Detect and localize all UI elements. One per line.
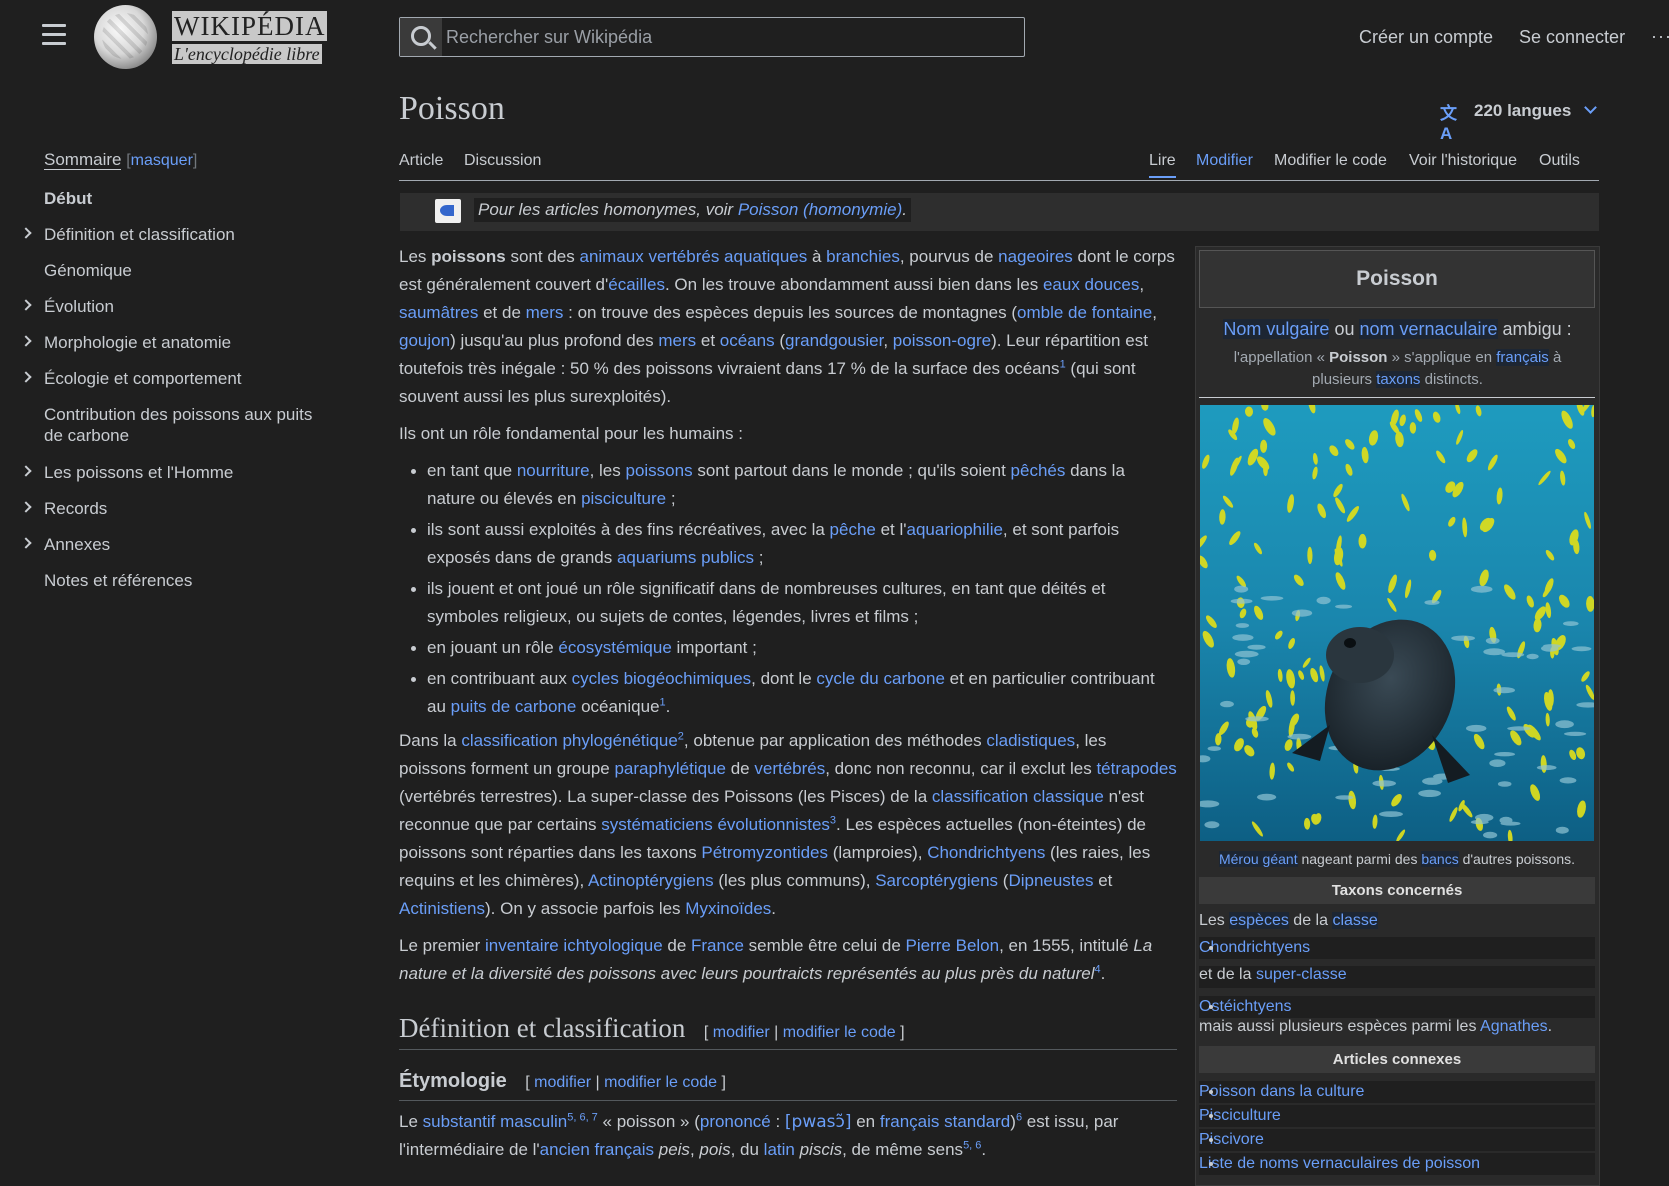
edit-source-link[interactable]: modifier le code bbox=[783, 1024, 896, 1041]
intro-paragraph: Les poissons sont des animaux vertébrés … bbox=[399, 247, 1175, 406]
tab-historique[interactable]: Voir l'historique bbox=[1409, 152, 1517, 170]
toc-item-carbone[interactable]: Contribution des poissons aux puits de c… bbox=[44, 404, 334, 446]
chevron-right-icon[interactable] bbox=[20, 537, 32, 549]
wikipedia-logo[interactable]: WIKIPÉDIA L'encyclopédie libre bbox=[94, 5, 328, 69]
tabs-divider bbox=[399, 180, 1599, 181]
grouper-fish-image[interactable] bbox=[1200, 405, 1594, 841]
section-edit-links: [ modifier | modifier le code ] bbox=[525, 1074, 726, 1091]
edit-source-link[interactable]: modifier le code bbox=[604, 1074, 717, 1091]
more-options-icon[interactable]: ··· bbox=[1651, 26, 1669, 47]
toc-item-genomique[interactable]: Génomique bbox=[44, 260, 334, 281]
article-body: Les poissons sont des animaux vertébrés … bbox=[399, 243, 1177, 997]
infobox-divider bbox=[1199, 397, 1595, 398]
list-item: en jouant un rôle écosystémique importan… bbox=[411, 634, 1177, 662]
chevron-right-icon[interactable] bbox=[20, 227, 32, 239]
infobox-ambiguity-detail: l'appellation « Poisson » s'applique en … bbox=[1233, 349, 1562, 388]
list-item: Piscivore bbox=[1199, 1129, 1595, 1151]
toc-item-evolution[interactable]: Évolution bbox=[20, 296, 334, 317]
toc-item-ecologie[interactable]: Écologie et comportement bbox=[20, 368, 334, 389]
hatnote: Pour les articles homonymes, voir Poisso… bbox=[400, 193, 1599, 231]
list-item: en contribuant aux cycles biogéochimique… bbox=[411, 665, 1177, 721]
toc-item-records[interactable]: Records bbox=[20, 498, 334, 519]
create-account-link[interactable]: Créer un compte bbox=[1359, 27, 1493, 48]
tab-discussion[interactable]: Discussion bbox=[464, 152, 541, 170]
chevron-right-icon[interactable] bbox=[20, 299, 32, 311]
taxons-line: et de la super-classe bbox=[1199, 966, 1595, 988]
chevron-down-icon bbox=[1584, 101, 1597, 114]
edit-section-link[interactable]: modifier bbox=[534, 1074, 591, 1091]
tab-modifier-code[interactable]: Modifier le code bbox=[1274, 152, 1387, 170]
login-link[interactable]: Se connecter bbox=[1519, 27, 1625, 48]
list-item: ils jouent et ont joué un rôle significa… bbox=[411, 575, 1177, 631]
toc-item-morphologie[interactable]: Morphologie et anatomie bbox=[20, 332, 334, 353]
search-box[interactable] bbox=[399, 17, 1025, 57]
homonymie-link[interactable]: Poisson (homonymie) bbox=[738, 200, 902, 219]
chevron-right-icon[interactable] bbox=[20, 335, 32, 347]
translate-icon: 文A bbox=[1440, 104, 1457, 143]
logo-wordmark: WIKIPÉDIA bbox=[172, 11, 328, 41]
infobox-ambiguity: Nom vulgaire ou nom vernaculaire ambigu … bbox=[1223, 319, 1572, 339]
infobox-band-articles: Articles connexes bbox=[1199, 1046, 1595, 1073]
list-item: Liste de noms vernaculaires de poisson bbox=[1199, 1153, 1595, 1175]
taxons-line: Les espèces de la classe bbox=[1199, 912, 1378, 929]
chevron-right-icon[interactable] bbox=[20, 501, 32, 513]
list-item: ils sont aussi exploités à des fins récr… bbox=[411, 516, 1177, 572]
hatnote-text: Pour les articles homonymes, voir Poisso… bbox=[474, 198, 911, 222]
tab-lire[interactable]: Lire bbox=[1149, 152, 1176, 178]
tab-article[interactable]: Article bbox=[399, 152, 443, 170]
classification-paragraph: Dans la classification phylogénétique2, … bbox=[399, 730, 1177, 918]
main-menu-button[interactable] bbox=[42, 24, 66, 46]
toc-item-definition[interactable]: Définition et classification bbox=[20, 224, 334, 245]
disambiguation-icon bbox=[435, 199, 461, 223]
list-item: Pisciculture bbox=[1199, 1105, 1595, 1127]
search-input[interactable] bbox=[446, 18, 1016, 56]
section-heading-etymologie: Étymologie [ modifier | modifier le code… bbox=[399, 1070, 1177, 1101]
infobox-title: Poisson bbox=[1199, 250, 1595, 308]
search-icon bbox=[411, 26, 431, 46]
section-edit-links: [ modifier | modifier le code ] bbox=[703, 1024, 905, 1041]
tab-modifier[interactable]: Modifier bbox=[1196, 152, 1253, 170]
chevron-right-icon[interactable] bbox=[20, 371, 32, 383]
toc-item-annexes[interactable]: Annexes bbox=[20, 534, 334, 555]
list-item: Poisson dans la culture bbox=[1199, 1081, 1595, 1103]
search-button[interactable] bbox=[400, 18, 442, 56]
globe-logo-icon bbox=[94, 5, 157, 69]
toc-item-homme[interactable]: Les poissons et l'Homme bbox=[20, 462, 334, 483]
chevron-right-icon[interactable] bbox=[20, 465, 32, 477]
logo-tagline: L'encyclopédie libre bbox=[172, 44, 322, 64]
role-list: en tant que nourriture, les poissons son… bbox=[399, 457, 1177, 721]
toc-item-debut[interactable]: Début bbox=[44, 188, 334, 209]
tab-outils[interactable]: Outils bbox=[1539, 152, 1580, 170]
etymology-paragraph: Le substantif masculin5, 6, 7 « poisson … bbox=[399, 1111, 1119, 1159]
infobox-band-taxons: Taxons concernés bbox=[1199, 877, 1595, 904]
role-paragraph: Ils ont un rôle fondamental pour les hum… bbox=[399, 424, 743, 443]
toc-title: Sommaire bbox=[44, 150, 122, 170]
toc-item-notes[interactable]: Notes et références bbox=[44, 570, 334, 591]
section-heading-definition: Définition et classification [ modifier … bbox=[399, 1013, 1177, 1050]
list-item: en tant que nourriture, les poissons son… bbox=[411, 457, 1177, 513]
list-item: Ostéichtyens bbox=[1199, 996, 1595, 1018]
infobox: Poisson Nom vulgaire ou nom vernaculaire… bbox=[1195, 246, 1600, 1186]
edit-section-link[interactable]: modifier bbox=[713, 1024, 770, 1041]
page-title: Poisson bbox=[399, 90, 505, 127]
inventaire-paragraph: Le premier inventaire ichtyologique de F… bbox=[399, 936, 1153, 983]
list-item: Chondrichtyens bbox=[1199, 937, 1595, 959]
toc-hide-toggle[interactable]: [masquer] bbox=[126, 152, 197, 169]
taxons-line: mais aussi plusieurs espèces parmi les A… bbox=[1199, 1018, 1553, 1035]
infobox-caption: Mérou géant nageant parmi des bancs d'au… bbox=[1218, 851, 1575, 867]
